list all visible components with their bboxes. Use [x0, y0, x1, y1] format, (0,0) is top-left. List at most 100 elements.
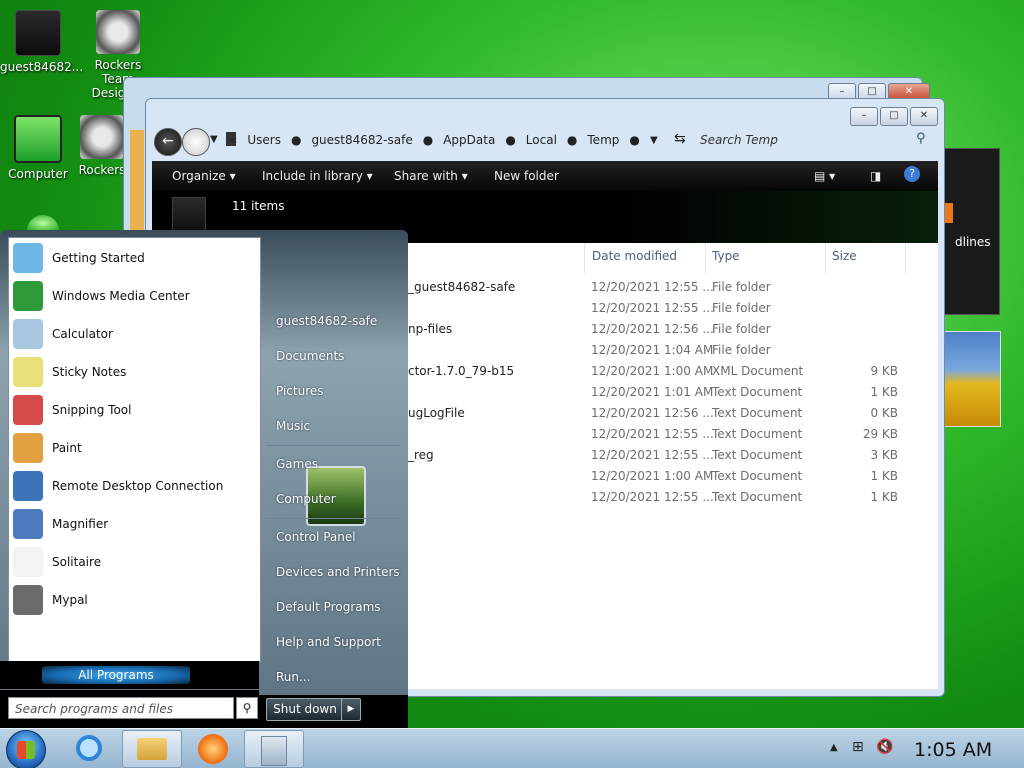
column-header-size[interactable]: Size — [832, 249, 857, 263]
start-program-item[interactable]: Calculator — [9, 315, 260, 353]
start-games[interactable]: Games — [276, 457, 318, 471]
start-music[interactable]: Music — [276, 419, 310, 433]
start-program-item[interactable]: Windows Media Center — [9, 277, 260, 315]
column-header-date[interactable]: Date modified — [592, 249, 677, 263]
start-user-name[interactable]: guest84682-safe — [276, 314, 377, 328]
breadcrumb-separator[interactable]: ● — [567, 133, 577, 147]
file-date: 12/20/2021 1:00 AM — [591, 364, 714, 378]
file-date: 12/20/2021 1:01 AM — [591, 385, 714, 399]
start-computer[interactable]: Computer — [276, 492, 336, 506]
windows-logo-icon — [17, 741, 35, 759]
refresh-icon[interactable]: ⇆ — [674, 131, 686, 147]
file-type: File folder — [712, 322, 771, 336]
computer-icon — [14, 115, 62, 163]
start-search-input[interactable]: Search programs and files — [8, 697, 234, 719]
desktop-icon-user-folder[interactable]: guest84682... — [0, 10, 83, 74]
app-icon — [261, 736, 287, 766]
breadcrumb-separator[interactable]: ● — [505, 133, 515, 147]
column-header-type[interactable]: Type — [712, 249, 740, 263]
organize-menu[interactable]: Organize ▾ — [172, 169, 236, 183]
search-icon[interactable]: ⚲ — [236, 697, 258, 719]
breadcrumb-separator[interactable]: ● — [629, 133, 639, 147]
breadcrumb-separator[interactable]: ● — [291, 133, 301, 147]
raccoon-icon — [80, 115, 124, 159]
start-program-item[interactable]: Snipping Tool — [9, 391, 260, 429]
navigation-bar: ← ▼ « Users ● guest84682-safe ● AppData ● L… — [152, 125, 938, 157]
start-search-area: Search programs and files ⚲ — [0, 690, 259, 728]
network-icon[interactable] — [27, 215, 59, 231]
start-button[interactable] — [6, 730, 46, 768]
minimize-button[interactable]: – — [850, 107, 878, 126]
breadcrumb-appdata[interactable]: AppData — [443, 133, 495, 147]
file-date: 12/20/2021 12:55 ... — [591, 490, 714, 504]
file-size: 1 KB — [870, 385, 898, 399]
share-with-menu[interactable]: Share with ▾ — [394, 169, 468, 183]
taskbar-media-player[interactable] — [184, 730, 242, 766]
command-toolbar: Organize ▾ Include in library ▾ Share wi… — [152, 161, 938, 191]
slideshow-gadget[interactable] — [944, 331, 1001, 427]
start-default-programs[interactable]: Default Programs — [276, 600, 381, 614]
headlines-gadget[interactable]: dlines — [938, 148, 1000, 315]
file-date: 12/20/2021 1:00 AM — [591, 469, 714, 483]
start-devices-printers[interactable]: Devices and Printers — [276, 565, 400, 579]
file-date: 12/20/2021 12:56 ... — [591, 322, 714, 336]
file-type: File folder — [712, 343, 771, 357]
taskbar-windows-explorer[interactable] — [122, 730, 182, 768]
gadget-text: dlines — [955, 235, 991, 249]
back-button[interactable]: ← — [154, 128, 182, 156]
taskbar-app[interactable] — [244, 730, 304, 768]
breadcrumb-separator[interactable]: ● — [423, 133, 433, 147]
taskbar-internet-explorer[interactable] — [62, 730, 120, 766]
start-program-item[interactable]: Paint — [9, 429, 260, 467]
search-icon[interactable]: ⚲ — [916, 131, 926, 146]
all-programs-button[interactable]: All Programs — [42, 666, 190, 684]
start-documents[interactable]: Documents — [276, 349, 344, 363]
sticky-notes-icon — [13, 357, 43, 387]
preview-pane-icon[interactable]: ◨ — [870, 169, 881, 183]
snipping-tool-icon — [13, 395, 43, 425]
start-program-item[interactable]: Mypal — [9, 581, 260, 619]
all-programs-strip: All Programs — [0, 661, 259, 689]
view-options-icon[interactable]: ▤ ▾ — [814, 169, 835, 183]
file-type: Text Document — [712, 448, 803, 462]
start-program-item[interactable]: Solitaire — [9, 543, 260, 581]
breadcrumb-users[interactable]: Users — [247, 133, 281, 147]
start-control-panel[interactable]: Control Panel — [276, 530, 356, 544]
file-size: 0 KB — [870, 406, 898, 420]
forward-button[interactable] — [182, 128, 210, 156]
new-folder-button[interactable]: New folder — [494, 169, 559, 183]
address-bar[interactable]: « Users ● guest84682-safe ● AppData ● Local… — [230, 128, 670, 152]
volume-muted-icon[interactable]: 🔇 — [876, 739, 893, 755]
breadcrumb-temp[interactable]: Temp — [587, 133, 619, 147]
start-program-label: Snipping Tool — [52, 403, 132, 417]
taskbar-clock[interactable]: 1:05 AM — [914, 739, 992, 761]
show-hidden-icons-arrow-icon[interactable]: ▲ — [830, 742, 838, 753]
close-button[interactable]: ✕ — [910, 107, 938, 126]
start-run[interactable]: Run... — [276, 670, 310, 684]
network-tray-icon[interactable]: ⊞ — [852, 739, 864, 755]
help-icon[interactable]: ? — [904, 166, 920, 182]
overflow-chevron[interactable]: « — [230, 133, 237, 147]
shutdown-button[interactable]: Shut down — [266, 698, 344, 721]
start-pictures[interactable]: Pictures — [276, 384, 324, 398]
file-size: 9 KB — [870, 364, 898, 378]
file-type: Text Document — [712, 490, 803, 504]
maximize-button[interactable]: □ — [880, 107, 908, 126]
shutdown-options-arrow-icon[interactable]: ▶ — [341, 698, 361, 721]
include-in-library-menu[interactable]: Include in library ▾ — [262, 169, 373, 183]
history-dropdown-icon[interactable]: ▼ — [210, 134, 218, 145]
search-input[interactable]: Search Temp — [700, 128, 940, 152]
breadcrumb-user[interactable]: guest84682-safe — [311, 133, 412, 147]
start-program-item[interactable]: Magnifier — [9, 505, 260, 543]
file-size: 3 KB — [870, 448, 898, 462]
breadcrumb-local[interactable]: Local — [526, 133, 557, 147]
start-program-item[interactable]: Getting Started — [9, 239, 260, 277]
start-program-item[interactable]: Sticky Notes — [9, 353, 260, 391]
start-help-support[interactable]: Help and Support — [276, 635, 381, 649]
file-date: 12/20/2021 12:55 ... — [591, 301, 714, 315]
start-program-label: Windows Media Center — [52, 289, 190, 303]
start-program-item[interactable]: Remote Desktop Connection — [9, 467, 260, 505]
folder-icon — [137, 738, 167, 760]
file-type: Text Document — [712, 469, 803, 483]
address-dropdown-icon[interactable]: ▼ — [650, 135, 658, 146]
